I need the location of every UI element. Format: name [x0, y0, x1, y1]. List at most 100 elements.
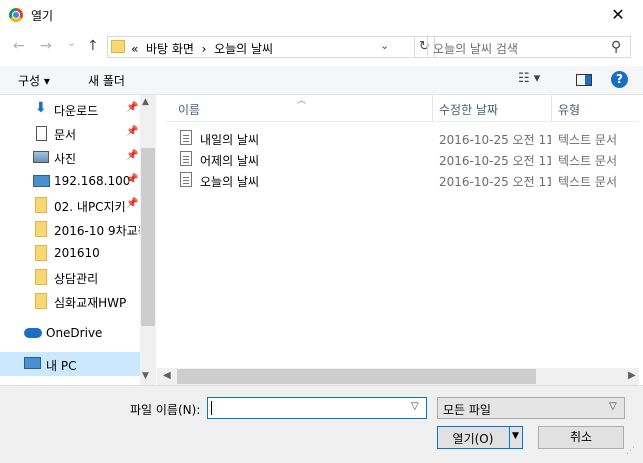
- column-name[interactable]: 이름: [178, 101, 200, 118]
- new-folder-button[interactable]: 새 폴더: [88, 72, 125, 89]
- forward-arrow-icon[interactable]: →: [40, 38, 52, 54]
- back-arrow-icon[interactable]: ←: [13, 38, 25, 54]
- network-drive-icon: [33, 175, 50, 187]
- open-button-label: 열기(O): [452, 432, 494, 446]
- sidebar-item-downloads[interactable]: ⬇ 다운로드 📌: [0, 98, 140, 120]
- text-file-icon: [180, 130, 192, 145]
- title-bar: [0, 0, 643, 30]
- onedrive-icon: [24, 328, 42, 338]
- folder-icon: [35, 269, 47, 285]
- text-caret: [211, 401, 212, 415]
- folder-icon: [35, 197, 47, 213]
- pictures-icon: [33, 151, 49, 163]
- breadcrumb-overflow[interactable]: «: [131, 42, 138, 56]
- sidebar-item-label: 문서: [54, 128, 77, 142]
- scroll-up-icon[interactable]: ▲: [142, 97, 149, 107]
- pin-icon[interactable]: 📌: [126, 126, 138, 137]
- sidebar-item-this-pc[interactable]: 내 PC: [0, 352, 140, 376]
- sidebar-item-folder-02[interactable]: 02. 내PC지키 📌: [0, 194, 140, 216]
- sidebar-item-label: 192.168.100: [54, 174, 131, 188]
- scroll-right-icon[interactable]: ▶: [628, 370, 636, 381]
- sidebar-item-folder-counseling[interactable]: 상담관리: [0, 266, 140, 288]
- help-icon[interactable]: ?: [611, 71, 628, 88]
- command-bar: 구성 ▾ 새 폴더 ☷ ▾ ?: [0, 66, 643, 95]
- sidebar-item-label: 2016-10 9차교육: [54, 224, 140, 238]
- sidebar-scrollbar-thumb[interactable]: [141, 148, 155, 326]
- sidebar-item-label: 심화교재HWP: [54, 296, 127, 310]
- download-icon: ⬇: [35, 100, 47, 116]
- text-file-icon: [180, 172, 192, 187]
- document-icon: [36, 126, 47, 141]
- sidebar-item-documents[interactable]: 문서 📌: [0, 122, 140, 144]
- split-divider: [509, 427, 510, 448]
- address-bar[interactable]: « 바탕 화면 › 오늘의 날씨 ⌄: [107, 36, 415, 58]
- breadcrumb-separator: ›: [201, 42, 207, 56]
- file-type: 텍스트 문서: [558, 133, 618, 147]
- filter-value: 모든 파일: [443, 403, 491, 417]
- organize-button[interactable]: 구성 ▾: [18, 72, 50, 89]
- breadcrumb-desktop[interactable]: 바탕 화면: [146, 42, 194, 56]
- file-name: 어제의 날씨: [200, 154, 260, 168]
- file-name: 내일의 날씨: [200, 133, 260, 147]
- filename-input[interactable]: ▽: [207, 397, 427, 419]
- scroll-down-icon[interactable]: ▼: [142, 371, 149, 381]
- close-button[interactable]: ✕: [603, 5, 633, 25]
- search-placeholder: 오늘의 날씨 검색: [433, 42, 518, 56]
- file-row[interactable]: 어제의 날씨 2016-10-25 오전 11:05 텍스트 문서: [165, 149, 635, 169]
- file-type: 텍스트 문서: [558, 175, 618, 189]
- open-button[interactable]: 열기(O) ▼: [437, 426, 523, 449]
- up-arrow-icon[interactable]: ↑: [87, 38, 99, 54]
- text-file-icon: [180, 151, 192, 166]
- file-date: 2016-10-25 오전 11:05: [439, 154, 551, 168]
- breadcrumb-current-folder[interactable]: 오늘의 날씨: [214, 42, 273, 56]
- folder-icon: [35, 293, 47, 309]
- pin-icon[interactable]: 📌: [126, 174, 138, 185]
- sidebar-item-pictures[interactable]: 사진 📌: [0, 146, 140, 168]
- sidebar-item-folder-201610[interactable]: 201610: [0, 242, 140, 264]
- file-row[interactable]: 내일의 날씨 2016-10-25 오전 11:05 텍스트 문서: [165, 128, 635, 148]
- pin-icon[interactable]: 📌: [126, 198, 138, 209]
- file-name: 오늘의 날씨: [200, 175, 260, 189]
- chrome-icon: [9, 8, 23, 22]
- view-options-icon[interactable]: ☷ ▾: [518, 71, 540, 86]
- sidebar-item-label: OneDrive: [46, 326, 103, 340]
- sidebar-item-folder-hwp[interactable]: 심화교재HWP: [0, 290, 140, 312]
- horizontal-scrollbar-thumb[interactable]: [177, 369, 536, 384]
- sidebar-item-folder-2016-10[interactable]: 2016-10 9차교육: [0, 218, 140, 240]
- folder-icon: [111, 40, 125, 53]
- sidebar-item-label: 상담관리: [54, 272, 99, 286]
- chevron-down-icon[interactable]: ⌄: [380, 39, 389, 52]
- search-icon[interactable]: ⚲: [611, 39, 621, 55]
- pin-icon[interactable]: 📌: [126, 102, 138, 113]
- column-divider[interactable]: [432, 95, 433, 121]
- cancel-button[interactable]: 취소: [538, 426, 624, 449]
- column-date[interactable]: 수정한 날짜: [439, 101, 498, 118]
- sidebar-item-label: 다운로드: [54, 104, 99, 118]
- resize-grip-icon[interactable]: ⋰: [626, 446, 635, 456]
- chevron-down-icon[interactable]: ▽: [411, 401, 419, 412]
- navigation-pane: ⬇ 다운로드 📌 문서 📌 사진 📌 192.168.100 📌 02. 내PC…: [0, 95, 156, 385]
- column-type[interactable]: 유형: [558, 101, 580, 118]
- pin-icon[interactable]: 📌: [126, 150, 138, 161]
- sidebar-item-label: 내 PC: [46, 359, 77, 373]
- sort-ascending-icon: ︿: [297, 96, 307, 106]
- sidebar-item-network-drive[interactable]: 192.168.100 📌: [0, 170, 140, 192]
- sidebar-item-label: 201610: [54, 246, 100, 260]
- breadcrumb[interactable]: « 바탕 화면 › 오늘의 날씨: [131, 40, 273, 57]
- file-date: 2016-10-25 오전 11:05: [439, 133, 551, 147]
- filename-label: 파일 이름(N):: [130, 403, 201, 417]
- column-divider[interactable]: [551, 95, 552, 121]
- folder-icon: [35, 221, 47, 237]
- this-pc-icon: [24, 357, 41, 369]
- folder-icon: [35, 245, 47, 261]
- open-options-dropdown[interactable]: ▼: [512, 431, 519, 441]
- chevron-down-icon[interactable]: ▽: [609, 401, 617, 412]
- preview-pane-icon[interactable]: [576, 74, 592, 86]
- window-title: 열기: [31, 9, 54, 23]
- recent-locations-chevron-icon[interactable]: ⌄: [67, 36, 76, 49]
- file-type-filter[interactable]: 모든 파일 ▽: [437, 397, 625, 419]
- file-row[interactable]: 오늘의 날씨 2016-10-25 오전 11:05 텍스트 문서: [165, 170, 635, 190]
- sidebar-item-onedrive[interactable]: OneDrive: [0, 322, 140, 344]
- search-input[interactable]: 오늘의 날씨 검색 ⚲: [427, 36, 631, 58]
- scroll-left-icon[interactable]: ◀: [163, 370, 171, 381]
